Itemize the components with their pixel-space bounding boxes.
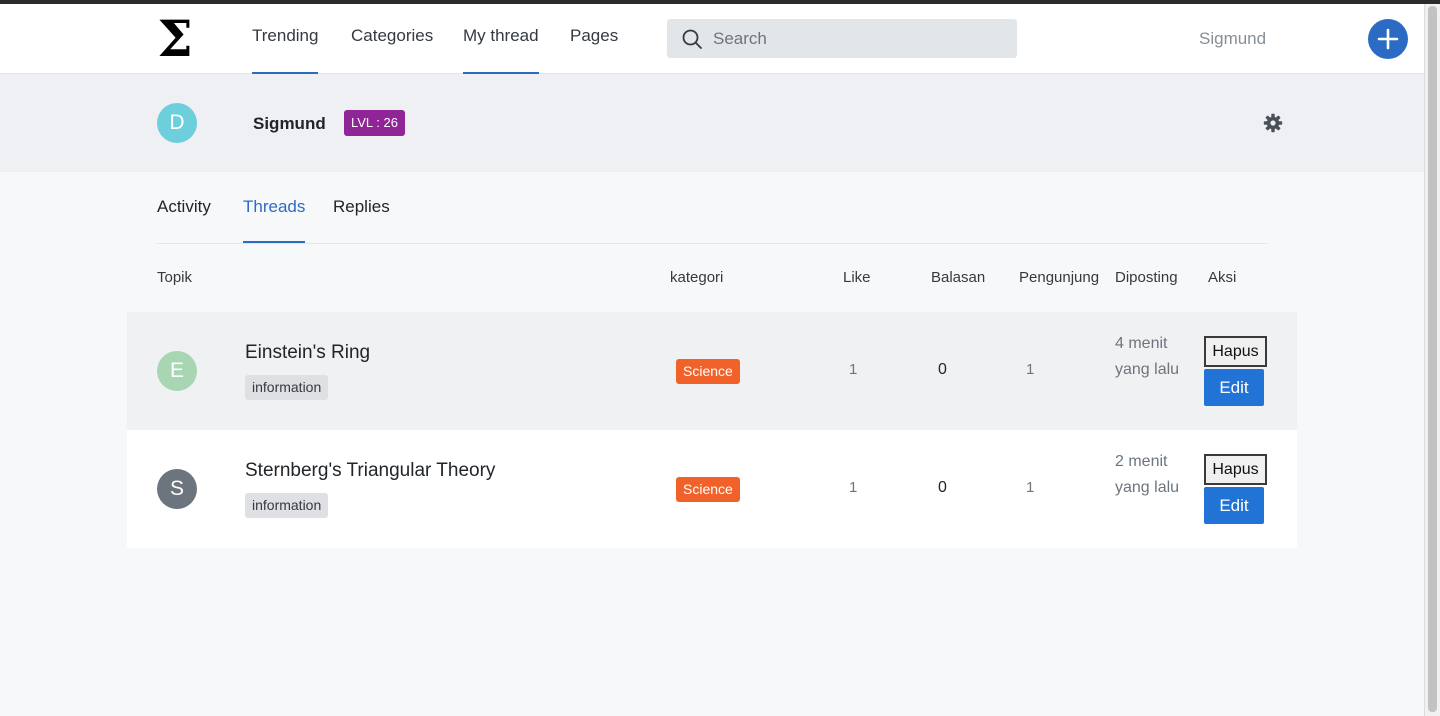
header-aksi: Aksi (1208, 269, 1237, 286)
posted-time: 4 menit yang lalu (1115, 335, 1180, 378)
tab-threads[interactable]: Threads (243, 197, 306, 243)
nav-username[interactable]: Sigmund (1199, 29, 1266, 49)
profile-name: Sigmund (253, 114, 326, 133)
vertical-scrollbar[interactable] (1424, 4, 1440, 716)
thread-avatar: S (157, 469, 197, 509)
thread-tag[interactable]: information (245, 375, 329, 400)
scrollbar-thumb[interactable] (1428, 6, 1437, 712)
nav-link-my-thread[interactable]: My thread (463, 26, 539, 74)
header-diposting: Diposting (1115, 269, 1178, 286)
header-topik: Topik (157, 269, 193, 286)
edit-button[interactable]: Edit (1204, 369, 1264, 406)
category-badge[interactable]: Science (676, 359, 740, 384)
search-icon (681, 28, 703, 50)
posted-time: 2 menit yang lalu (1115, 453, 1180, 496)
visitor-count: 1 (1026, 361, 1035, 378)
like-count: 1 (849, 361, 858, 378)
header-pengunjung: Pengunjung (1019, 269, 1100, 286)
plus-icon (1377, 28, 1399, 50)
header-kategori: kategori (670, 269, 724, 286)
navbar: Σ Trending Categories My thread Pages Si… (0, 4, 1424, 74)
category-badge[interactable]: Science (676, 477, 740, 502)
profile-avatar: D (157, 103, 197, 143)
tab-activity[interactable]: Activity (157, 197, 211, 243)
thread-title[interactable]: Einstein's Ring (245, 342, 370, 364)
reply-count: 0 (938, 361, 947, 378)
sigma-logo[interactable]: Σ (155, 14, 195, 64)
thread-avatar: E (157, 351, 197, 391)
header-balasan: Balasan (931, 269, 986, 286)
edit-button[interactable]: Edit (1204, 487, 1264, 524)
tab-replies[interactable]: Replies (333, 197, 390, 243)
like-count: 1 (849, 479, 858, 496)
thread-title[interactable]: Sternberg's Triangular Theory (245, 460, 495, 482)
table-row: E Einstein's Ring information Science 1 … (127, 312, 1297, 430)
add-thread-button[interactable] (1368, 19, 1408, 59)
nav-link-categories[interactable]: Categories (351, 26, 433, 74)
thread-tag[interactable]: information (245, 493, 329, 518)
header-like: Like (843, 269, 871, 286)
delete-button[interactable]: Hapus (1204, 454, 1267, 485)
level-badge: LVL : 26 (344, 110, 405, 136)
gear-icon[interactable] (1263, 113, 1283, 133)
visitor-count: 1 (1026, 479, 1035, 496)
nav-link-trending[interactable]: Trending (252, 26, 319, 74)
profile-tabs: Activity Threads Replies (157, 172, 1267, 244)
nav-link-pages[interactable]: Pages (570, 26, 618, 74)
search-input[interactable] (713, 19, 1003, 58)
delete-button[interactable]: Hapus (1204, 336, 1267, 367)
profile-header: D Sigmund LVL : 26 (0, 74, 1424, 172)
reply-count: 0 (938, 479, 947, 496)
table-row: S Sternberg's Triangular Theory informat… (127, 430, 1297, 548)
search-box[interactable] (667, 19, 1017, 58)
